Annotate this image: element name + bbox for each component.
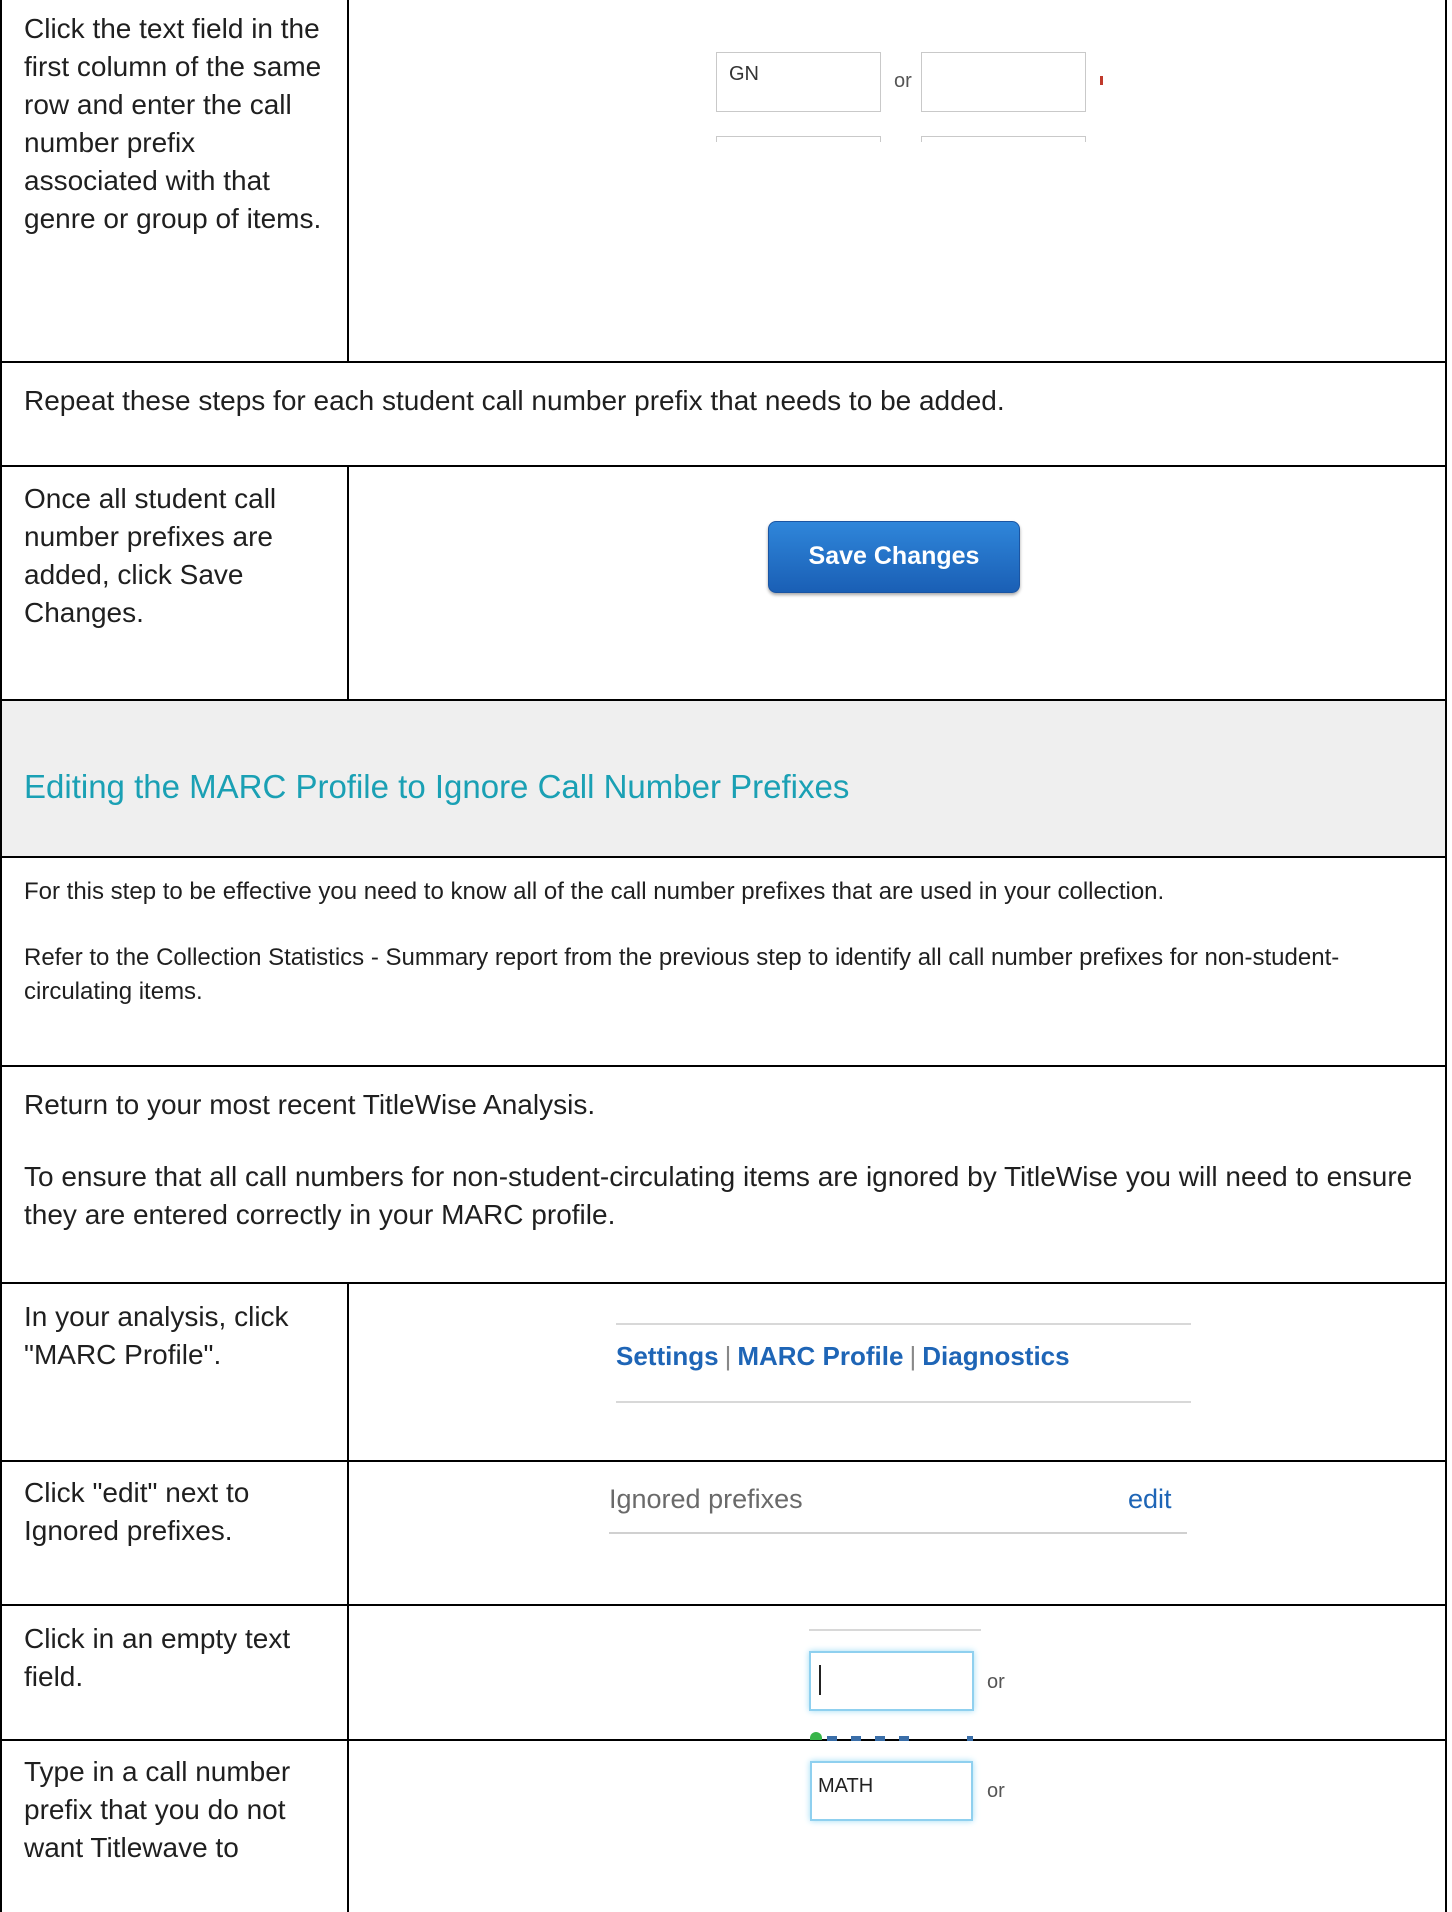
ignored-prefixes-label: Ignored prefixes [609, 1484, 803, 1514]
empty-prefix-field[interactable] [809, 1651, 974, 1711]
nav-separator: | [909, 1341, 917, 1371]
prefix-text-field[interactable]: GN [716, 52, 881, 112]
row-repeat-steps: Repeat these steps for each student call… [0, 363, 1447, 467]
instruction-text: Click the text field in the first column… [24, 13, 322, 234]
row-enter-prefix: Click the text field in the first column… [0, 0, 1447, 363]
instruction-cell: Once all student call number prefixes ar… [2, 467, 349, 699]
second-row-field-b[interactable] [921, 136, 1086, 142]
row-prerequisite: For this step to be effective you need t… [0, 858, 1447, 1067]
screenshot-cell: Settings | MARC Profile | Diagnostics [351, 1284, 1445, 1460]
instruction-cell: Click "edit" next to Ignored prefixes. [2, 1462, 349, 1604]
edit-link[interactable]: edit [1128, 1484, 1172, 1515]
or-label: or [987, 1780, 1005, 1802]
divider [609, 1532, 1187, 1534]
row-type-prefix: Type in a call number prefix that you do… [0, 1741, 1447, 1912]
divider-top [809, 1629, 981, 1631]
or-label: or [987, 1671, 1005, 1693]
nav-settings-link[interactable]: Settings [616, 1341, 719, 1371]
save-changes-button[interactable]: Save Changes [768, 521, 1020, 593]
row-return-analysis: Return to your most recent TitleWise Ana… [0, 1067, 1447, 1284]
divider-bottom [616, 1401, 1191, 1403]
instruction-text: In your analysis, click "MARC Profile". [24, 1301, 289, 1370]
instruction-text: Click "edit" next to Ignored prefixes. [24, 1477, 250, 1546]
nav-marc-profile-link[interactable]: MARC Profile [737, 1341, 903, 1371]
row-empty-field: Click in an empty text field. or [0, 1606, 1447, 1741]
divider-top [616, 1323, 1191, 1325]
instruction-text: Click in an empty text field. [24, 1623, 291, 1692]
screenshot-cell: Save Changes [351, 467, 1445, 699]
prerequisite-text-1: For this step to be effective you need t… [24, 878, 1165, 905]
section-heading: Editing the MARC Profile to Ignore Call … [24, 768, 850, 805]
prerequisite-text-2: Refer to the Collection Statistics - Sum… [24, 944, 1340, 1005]
nav-diagnostics-link[interactable]: Diagnostics [922, 1341, 1069, 1371]
instruction-text: Once all student call number prefixes ar… [24, 483, 277, 628]
instruction-cell: In your analysis, click "MARC Profile". [2, 1284, 349, 1460]
repeat-text: Repeat these steps for each student call… [24, 385, 1005, 416]
nav-separator: | [724, 1341, 732, 1371]
second-row-field-a[interactable] [716, 136, 881, 142]
clipped-mark [1100, 76, 1103, 85]
row-ignored-prefixes: Click "edit" next to Ignored prefixes. I… [0, 1462, 1447, 1606]
section-heading-row: Editing the MARC Profile to Ignore Call … [0, 701, 1447, 858]
row-save-changes: Once all student call number prefixes ar… [0, 467, 1447, 701]
instruction-cell: Click the text field in the first column… [2, 0, 349, 361]
add-icon [810, 1732, 822, 1740]
instruction-text: Type in a call number prefix that you do… [24, 1756, 291, 1863]
screenshot-cell: MATH or [351, 1741, 1445, 1912]
alternate-text-field[interactable] [921, 52, 1086, 112]
screenshot-cell: or [351, 1606, 1445, 1741]
screenshot-cell: GN or [351, 0, 1445, 361]
analysis-nav: Settings | MARC Profile | Diagnostics [616, 1341, 1070, 1372]
prefix-value: MATH [818, 1775, 874, 1797]
instruction-cell: Type in a call number prefix that you do… [2, 1741, 349, 1912]
screenshot-cell: Ignored prefixes edit [351, 1462, 1445, 1604]
row-marc-profile: In your analysis, click "MARC Profile". … [0, 1284, 1447, 1462]
prefix-entry-field[interactable]: MATH [810, 1761, 973, 1821]
instruction-cell: Click in an empty text field. [2, 1606, 349, 1739]
return-text-2: To ensure that all call numbers for non-… [24, 1161, 1413, 1230]
prefix-value: GN [729, 63, 759, 85]
return-text-1: Return to your most recent TitleWise Ana… [24, 1089, 596, 1120]
or-label: or [894, 70, 912, 92]
text-cursor [819, 1665, 821, 1695]
